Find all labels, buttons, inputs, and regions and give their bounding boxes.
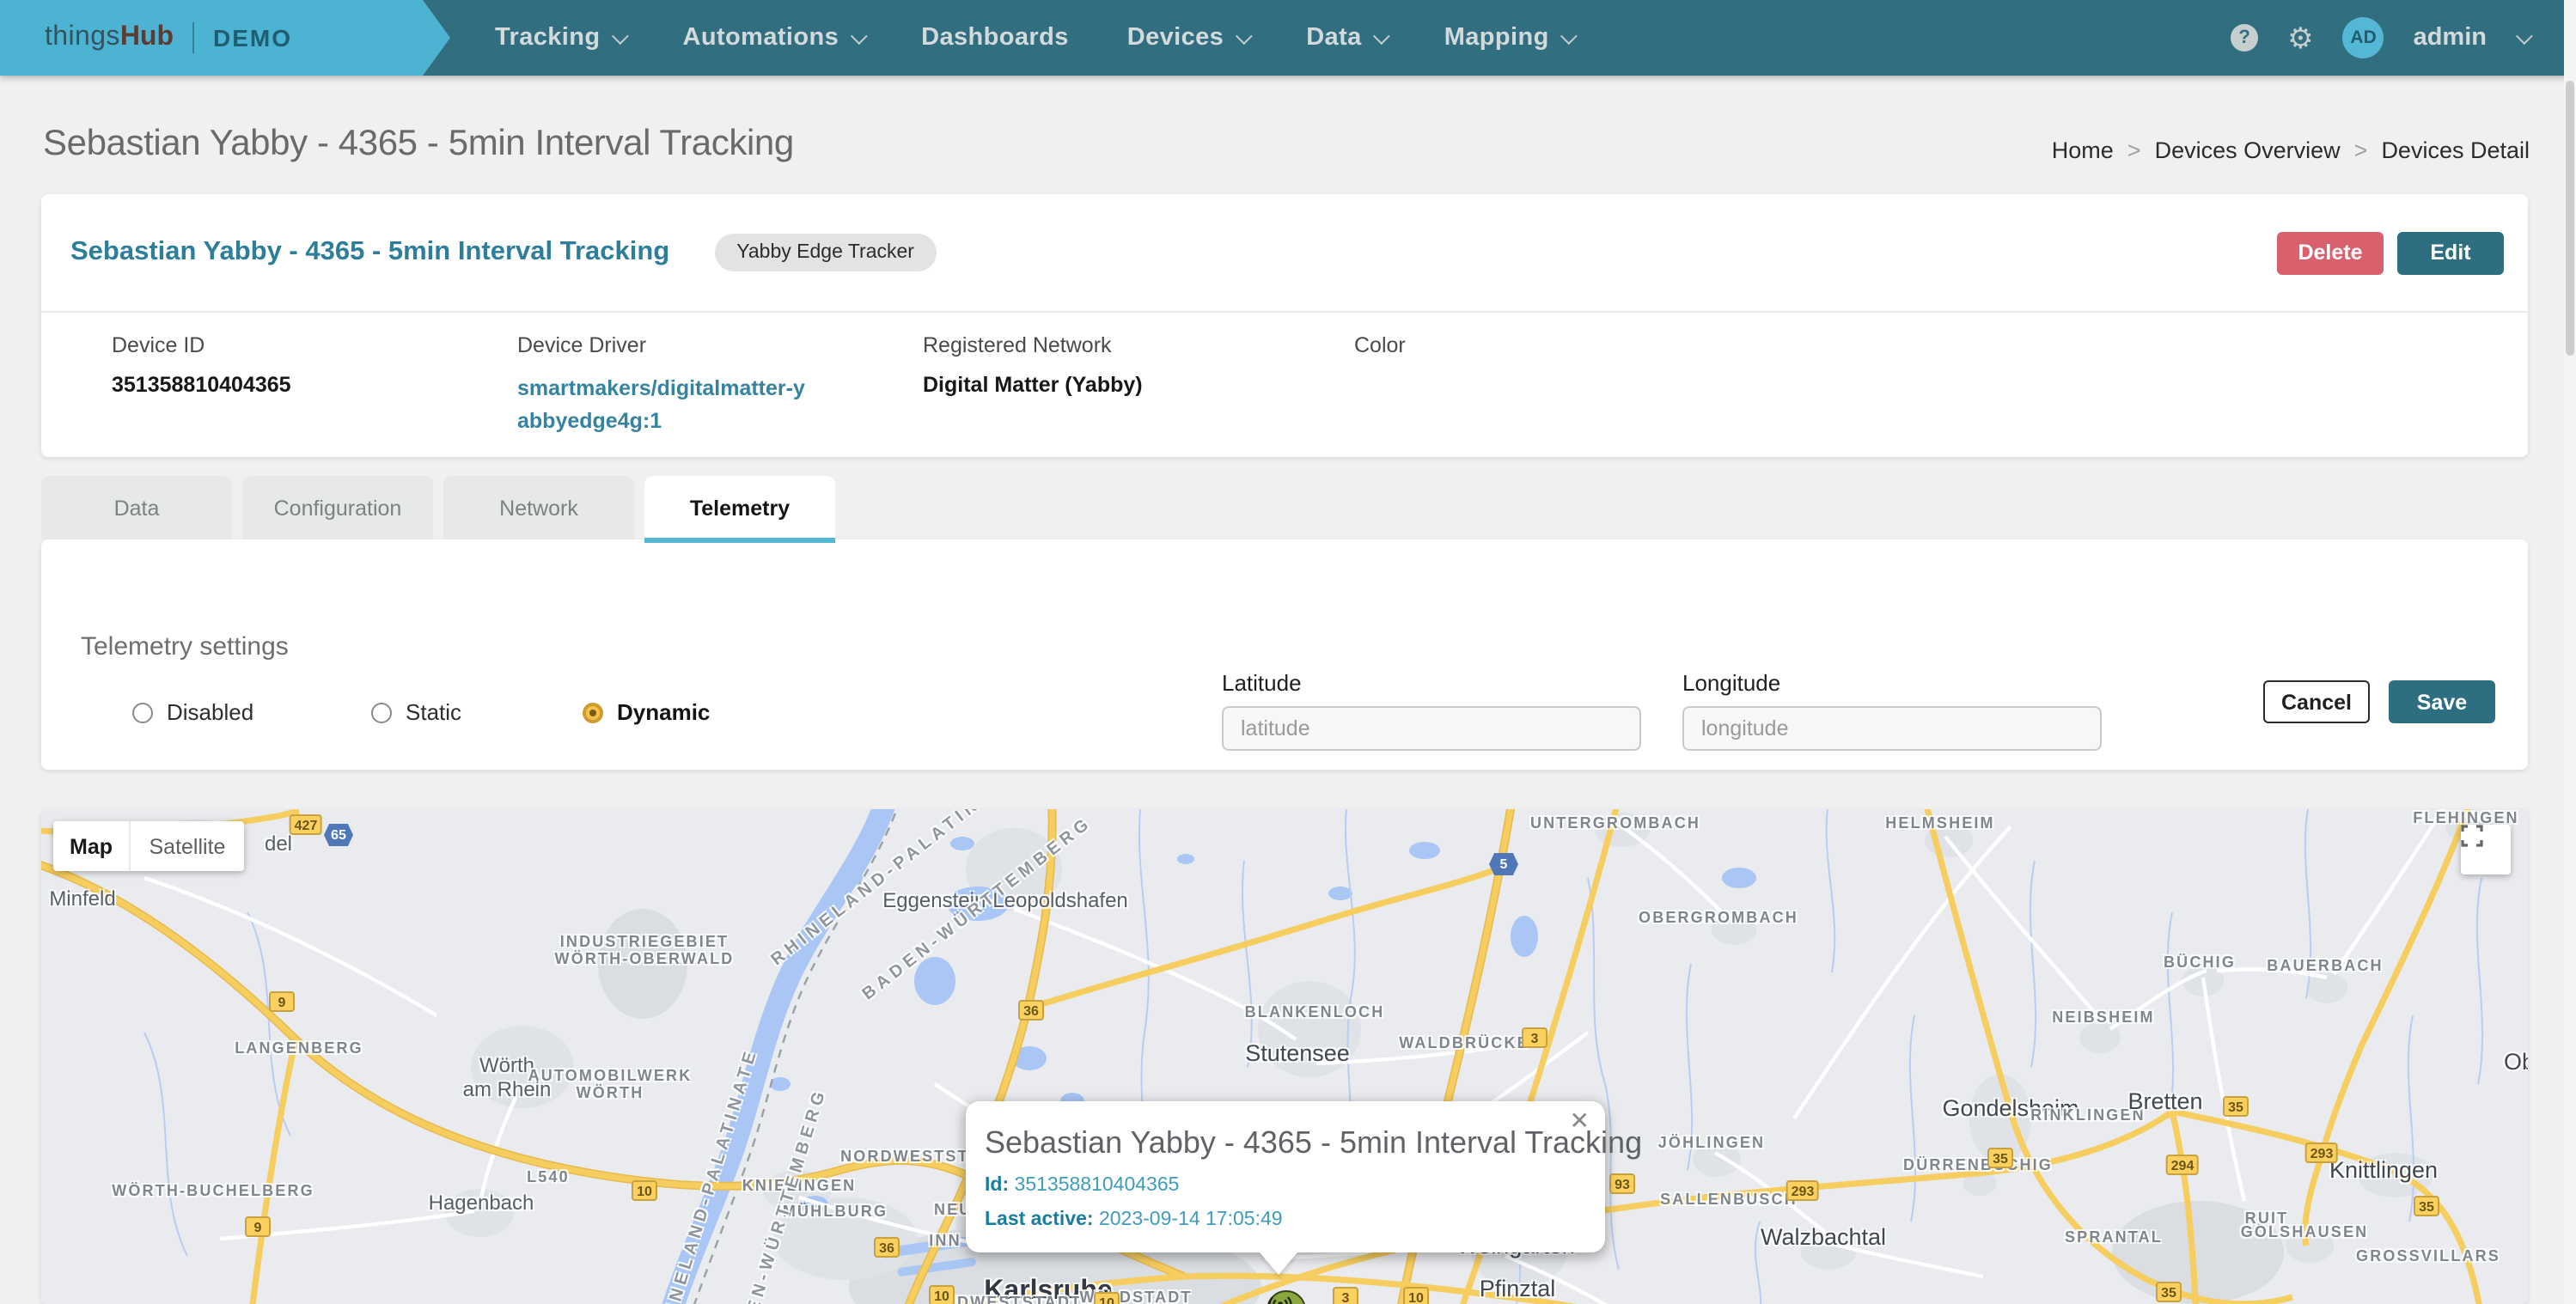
- satellite-button[interactable]: Satellite: [131, 821, 244, 871]
- longitude-input[interactable]: [1682, 706, 2102, 751]
- field-color: Color: [1354, 333, 1406, 373]
- radio-static[interactable]: Static: [371, 699, 461, 725]
- latitude-group: Latitude: [1222, 670, 1641, 751]
- field-device-id: Device ID 351358810404365: [112, 333, 291, 397]
- breadcrumb-home[interactable]: Home: [2052, 137, 2114, 163]
- user-menu[interactable]: admin: [2414, 24, 2487, 52]
- environment-badge: DEMO: [213, 24, 292, 52]
- chevron-down-icon[interactable]: [2516, 27, 2533, 44]
- field-device-driver: Device Driver smartmakers/digitalmatter-…: [517, 333, 806, 438]
- popup-id-row: Id: 351358810404365: [985, 1175, 1581, 1196]
- delete-button[interactable]: Delete: [2277, 231, 2384, 274]
- save-button[interactable]: Save: [2389, 680, 2495, 723]
- longitude-group: Longitude: [1682, 670, 2102, 751]
- radio-icon: [371, 702, 392, 722]
- help-icon[interactable]: ?: [2231, 24, 2258, 52]
- tab-network[interactable]: Network: [443, 476, 634, 539]
- field-registered-network: Registered Network Digital Matter (Yabby…: [923, 333, 1143, 397]
- close-icon[interactable]: ✕: [1570, 1108, 1590, 1132]
- breadcrumb-devices-detail: Devices Detail: [2381, 137, 2530, 163]
- page-title: Sebastian Yabby - 4365 - 5min Interval T…: [43, 124, 794, 165]
- top-nav-bar: thingsHub DEMO Tracking Automations Dash…: [0, 0, 2576, 76]
- fullscreen-icon[interactable]: [2461, 825, 2511, 874]
- cancel-button[interactable]: Cancel: [2263, 680, 2370, 723]
- map-button[interactable]: Map: [53, 821, 131, 871]
- device-type-badge: Yabby Edge Tracker: [714, 234, 937, 271]
- avatar[interactable]: AD: [2343, 17, 2384, 58]
- device-card-header: Sebastian Yabby - 4365 - 5min Interval T…: [41, 194, 2528, 313]
- nav-item-mapping[interactable]: Mapping: [1444, 24, 1573, 52]
- chevron-down-icon: [1561, 27, 1578, 44]
- radio-icon: [132, 702, 153, 722]
- latitude-input[interactable]: [1222, 706, 1641, 751]
- map-info-window: ✕ Sebastian Yabby - 4365 - 5min Interval…: [966, 1101, 1605, 1252]
- brand-name-left: things: [45, 22, 120, 53]
- nav-item-data[interactable]: Data: [1306, 24, 1385, 52]
- nav-item-devices[interactable]: Devices: [1127, 24, 1248, 52]
- detail-tabs: Data Configuration Network Telemetry: [41, 476, 835, 539]
- scrollbar-thumb[interactable]: [2566, 81, 2574, 356]
- device-title: Sebastian Yabby - 4365 - 5min Interval T…: [70, 237, 669, 268]
- chevron-down-icon: [1374, 27, 1391, 44]
- nav-right-cluster: ? ⚙ AD admin: [2231, 0, 2528, 76]
- chevron-down-icon: [612, 27, 629, 44]
- tab-telemetry[interactable]: Telemetry: [644, 476, 835, 539]
- app-root: thingsHub DEMO Tracking Automations Dash…: [0, 0, 2576, 1304]
- chevron-down-icon: [851, 27, 868, 44]
- breadcrumb: Home > Devices Overview > Devices Detail: [2052, 137, 2530, 163]
- tab-configuration[interactable]: Configuration: [242, 476, 433, 539]
- chevron-down-icon: [1236, 27, 1253, 44]
- brand-name-right: Hub: [120, 22, 174, 53]
- nav-item-automations[interactable]: Automations: [683, 24, 864, 52]
- map-canvas[interactable]: MinfelddelLANGENBERGWörth am RheinINDUST…: [41, 809, 2528, 1304]
- map-type-control: Map Satellite: [53, 821, 244, 871]
- edit-button[interactable]: Edit: [2397, 231, 2504, 274]
- tab-data[interactable]: Data: [41, 476, 232, 539]
- device-driver-link[interactable]: smartmakers/digitalmatter-yabbyedge4g:1: [517, 373, 806, 438]
- telemetry-settings-card: Telemetry settings Disabled Static Dynam…: [41, 539, 2528, 770]
- fullscreen-glyph: [2461, 825, 2483, 847]
- main-nav: Tracking Automations Dashboards Devices …: [495, 0, 1573, 76]
- scrollbar[interactable]: [2564, 0, 2576, 1304]
- antenna-icon: [1268, 1292, 1292, 1304]
- breadcrumb-devices-overview[interactable]: Devices Overview: [2155, 137, 2341, 163]
- device-summary-card: Sebastian Yabby - 4365 - 5min Interval T…: [41, 194, 2528, 457]
- radio-dynamic[interactable]: Dynamic: [583, 699, 710, 725]
- device-fields: Device ID 351358810404365 Device Driver …: [41, 313, 2528, 457]
- nav-item-dashboards[interactable]: Dashboards: [921, 24, 1069, 52]
- brand-logo[interactable]: thingsHub DEMO: [0, 0, 450, 76]
- gear-icon[interactable]: ⚙: [2287, 23, 2314, 52]
- popup-title: Sebastian Yabby - 4365 - 5min Interval T…: [985, 1124, 1581, 1161]
- nav-item-tracking[interactable]: Tracking: [495, 24, 625, 52]
- brand-divider: [192, 22, 194, 53]
- radio-icon-selected: [583, 702, 603, 722]
- popup-last-active-row: Last active: 2023-09-14 17:05:49: [985, 1210, 1581, 1230]
- radio-disabled[interactable]: Disabled: [132, 699, 253, 725]
